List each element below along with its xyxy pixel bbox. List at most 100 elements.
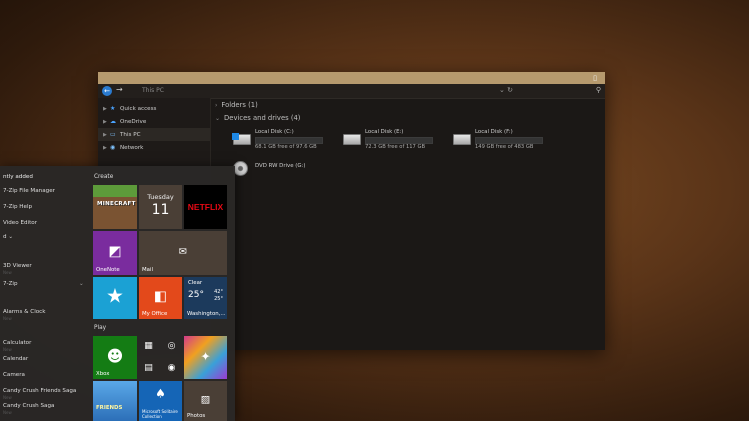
tile-netflix[interactable]: NETFLIX bbox=[184, 185, 227, 229]
app-item-7zip-folder[interactable]: 7-Zip ⌄ bbox=[3, 281, 84, 287]
weather-location: Washington,... bbox=[187, 311, 226, 317]
section-play-header: Play bbox=[94, 325, 107, 331]
forward-arrow-icon[interactable]: → bbox=[116, 85, 123, 94]
drive-usage-bar bbox=[365, 137, 433, 144]
tile-label: Xbox bbox=[96, 371, 110, 377]
webcam-icon[interactable]: ◉ bbox=[162, 359, 181, 378]
chevron-down-icon: ⌄ bbox=[8, 234, 14, 240]
star-icon: ★ bbox=[106, 283, 124, 308]
tile-label: My Office bbox=[142, 311, 168, 317]
nav-item-onedrive[interactable]: ▶ ☁ OneDrive bbox=[98, 115, 210, 128]
tile-photos[interactable]: ▨ Photos bbox=[184, 381, 227, 421]
tile-candy-crush-friends[interactable]: FRIENDS bbox=[93, 381, 137, 421]
cards-icon: ♠ bbox=[155, 386, 166, 401]
devices-group-header[interactable]: ⌄ Devices and drives (4) bbox=[215, 114, 300, 122]
tile-onenote[interactable]: ◩ OneNote bbox=[93, 231, 137, 275]
nav-label: OneDrive bbox=[120, 118, 147, 125]
nav-item-this-pc[interactable]: ▶ ▭ This PC bbox=[98, 128, 210, 141]
candy-icon: ✦ bbox=[200, 349, 211, 364]
weather-temperature: 25° bbox=[188, 290, 204, 300]
app-label: 7-Zip bbox=[3, 281, 18, 287]
app-item-candy-crush-friends[interactable]: Candy Crush Friends Saga bbox=[3, 388, 76, 394]
address-dropdown-refresh[interactable]: ⌄ ↻ bbox=[499, 86, 513, 94]
recently-added-header: ntly added bbox=[3, 174, 33, 180]
tile-weather[interactable]: Clear 25° 42° 25° Washington,... bbox=[184, 277, 227, 319]
drive-name: Local Disk (F:) bbox=[475, 129, 513, 135]
new-badge: New bbox=[3, 410, 12, 415]
tile-label: Microsoft Solitaire Collection bbox=[142, 409, 178, 419]
app-item-camera[interactable]: Camera bbox=[3, 372, 25, 378]
new-badge: New bbox=[3, 347, 12, 352]
search-icon[interactable]: ⚲ bbox=[596, 86, 601, 94]
nav-label: Network bbox=[120, 144, 144, 151]
chevron-right-icon[interactable]: ▶ bbox=[103, 145, 110, 151]
title-bar[interactable]: ▯ bbox=[98, 72, 605, 84]
netflix-logo: NETFLIX bbox=[187, 202, 224, 212]
tile-candy-crush[interactable]: ✦ bbox=[184, 336, 227, 379]
movies-icon[interactable]: ▦ bbox=[139, 337, 158, 356]
app-item-7zip-file-manager[interactable]: 7-Zip File Manager bbox=[3, 188, 55, 194]
app-list-expander[interactable]: d ⌄ bbox=[3, 234, 13, 240]
drive-item-f[interactable]: Local Disk (F:) 149 GB free of 483 GB bbox=[453, 128, 553, 154]
tile-xbox[interactable]: ☻ Xbox bbox=[93, 336, 137, 379]
chevron-right-icon[interactable]: › bbox=[215, 102, 217, 109]
folders-group-header[interactable]: › Folders (1) bbox=[215, 101, 258, 109]
nav-label: This PC bbox=[120, 131, 141, 138]
start-menu: ntly added 7-Zip File Manager 7-Zip Help… bbox=[0, 166, 235, 421]
chevron-right-icon[interactable]: ▶ bbox=[103, 119, 110, 125]
restore-icon[interactable]: ▯ bbox=[593, 74, 597, 82]
chevron-right-icon[interactable]: ▶ bbox=[103, 106, 110, 112]
chevron-down-icon[interactable]: ⌄ bbox=[215, 115, 220, 122]
section-create-header: Create bbox=[94, 174, 114, 180]
groove-icon[interactable]: ◎ bbox=[162, 337, 181, 356]
tile-calendar[interactable]: Tuesday 11 bbox=[139, 185, 182, 229]
app-item-3d-viewer[interactable]: 3D Viewer bbox=[3, 263, 32, 269]
computer-icon: ▭ bbox=[110, 131, 116, 138]
tile-label: Mail bbox=[142, 267, 153, 273]
new-badge: New bbox=[3, 316, 12, 321]
calendar-day: Tuesday bbox=[147, 193, 174, 201]
tile-minecraft[interactable]: MINECRAFT bbox=[93, 185, 137, 229]
new-badge: New bbox=[3, 395, 12, 400]
address-bar: ← → This PC ⌄ ↻ ⚲ bbox=[98, 84, 605, 99]
new-badge: New bbox=[3, 270, 12, 275]
expander-label: d bbox=[3, 234, 7, 240]
drive-usage-bar bbox=[255, 137, 323, 144]
drive-item-dvd[interactable]: DVD RW Drive (G:) bbox=[233, 158, 333, 184]
app-item-video-editor[interactable]: Video Editor bbox=[3, 220, 37, 226]
cloud-icon: ☁ bbox=[110, 118, 116, 125]
app-item-alarms-clock[interactable]: Alarms & Clock bbox=[3, 309, 46, 315]
tile-label: Photos bbox=[187, 413, 206, 419]
app-item-calculator[interactable]: Calculator bbox=[3, 340, 31, 346]
calculator-icon[interactable]: ▤ bbox=[139, 359, 158, 378]
tile-store[interactable]: ★ bbox=[93, 277, 137, 319]
app-item-calendar[interactable]: Calendar bbox=[3, 356, 28, 362]
hard-drive-icon bbox=[453, 134, 471, 145]
address-input[interactable]: This PC bbox=[142, 87, 164, 94]
tile-solitaire[interactable]: ♠ Microsoft Solitaire Collection bbox=[139, 381, 182, 421]
mail-icon: ✉ bbox=[178, 246, 188, 258]
photos-icon: ▨ bbox=[200, 394, 211, 406]
app-item-7zip-help[interactable]: 7-Zip Help bbox=[3, 204, 32, 210]
nav-item-quick-access[interactable]: ▶ ★ Quick access bbox=[98, 102, 210, 115]
back-arrow-icon[interactable]: ← bbox=[102, 86, 112, 96]
drive-name: Local Disk (C:) bbox=[255, 129, 294, 135]
tile-my-office[interactable]: ◧ My Office bbox=[139, 277, 182, 319]
minecraft-grass-graphic bbox=[93, 185, 137, 197]
drive-usage-bar bbox=[475, 137, 543, 144]
app-item-candy-crush-saga[interactable]: Candy Crush Saga bbox=[3, 403, 54, 409]
chevron-down-icon[interactable]: ⌄ bbox=[79, 281, 84, 287]
star-icon: ★ bbox=[110, 105, 116, 112]
app-list: ntly added 7-Zip File Manager 7-Zip Help… bbox=[0, 166, 88, 421]
nav-item-network[interactable]: ▶ ◉ Network bbox=[98, 141, 210, 154]
chevron-right-icon[interactable]: ▶ bbox=[103, 132, 110, 138]
drive-item-c[interactable]: Local Disk (C:) 68.1 GB free of 97.6 GB bbox=[232, 128, 333, 154]
drive-item-e[interactable]: Local Disk (E:) 72.3 GB free of 117 GB bbox=[343, 128, 443, 154]
calendar-date: 11 bbox=[151, 202, 170, 218]
network-icon: ◉ bbox=[110, 144, 116, 151]
weather-condition: Clear bbox=[188, 280, 203, 286]
weather-low: 25° bbox=[214, 296, 223, 302]
drive-name: Local Disk (E:) bbox=[365, 129, 404, 135]
tile-mail[interactable]: ✉ Mail bbox=[139, 231, 227, 275]
group-label: Folders (1) bbox=[221, 101, 258, 109]
